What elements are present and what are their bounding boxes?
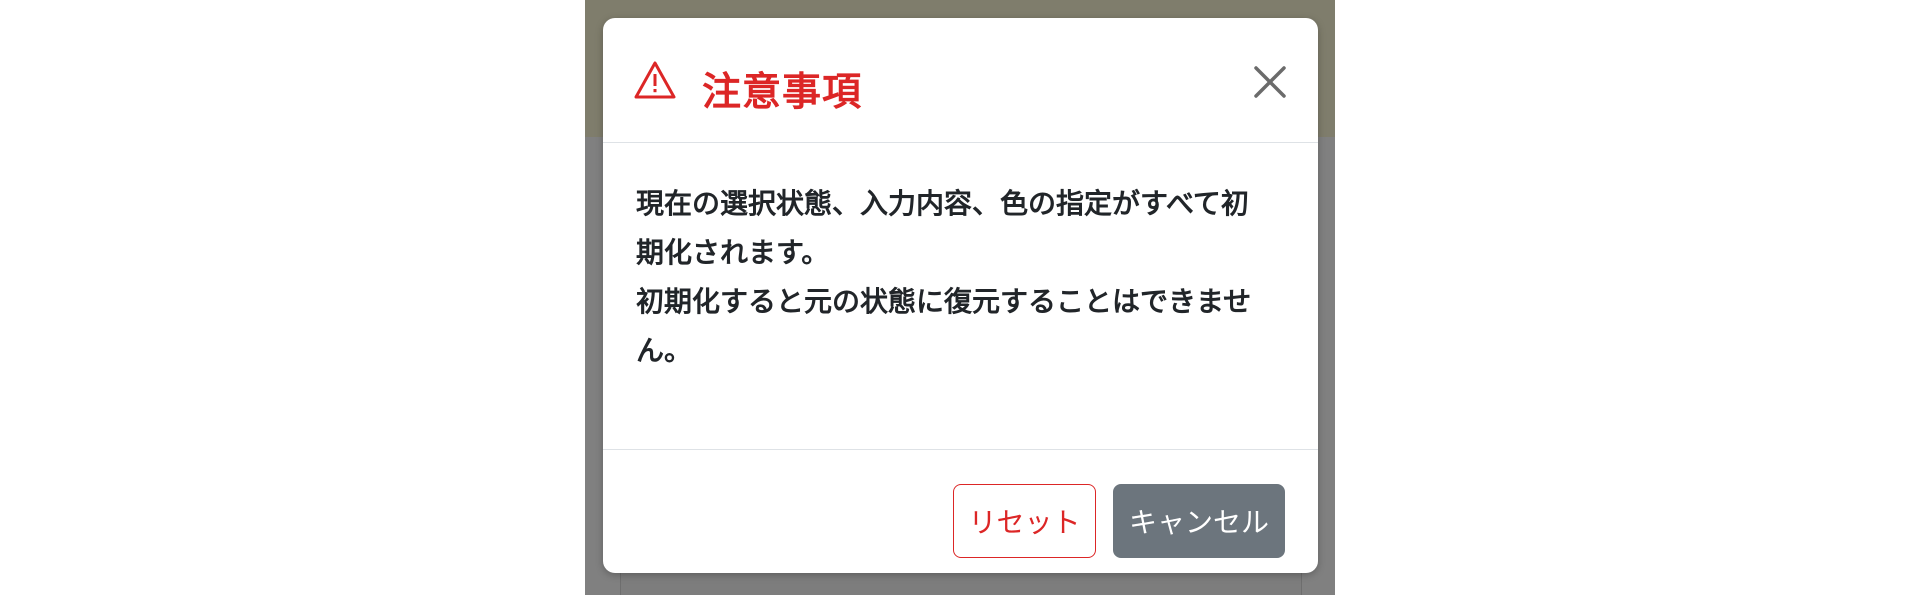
dialog-message: 現在の選択状態、入力内容、色の指定がすべて初 期化されます。 初期化すると元の状…: [636, 187, 1252, 367]
dialog-header: 注意事項: [603, 18, 1318, 143]
confirm-dialog: 注意事項 現在の選択状態、入力内容、色の指定がすべて初 期化されます。 初期化す…: [603, 18, 1318, 573]
cancel-button[interactable]: キャンセル: [1113, 484, 1285, 558]
close-icon[interactable]: [1248, 60, 1292, 104]
dialog-title: 注意事項: [702, 70, 863, 115]
reset-button[interactable]: リセット: [953, 484, 1096, 558]
warning-icon: [634, 61, 676, 99]
dialog-footer: リセット キャンセル: [603, 450, 1318, 573]
dialog-body: 現在の選択状態、入力内容、色の指定がすべて初 期化されます。 初期化すると元の状…: [603, 143, 1318, 450]
